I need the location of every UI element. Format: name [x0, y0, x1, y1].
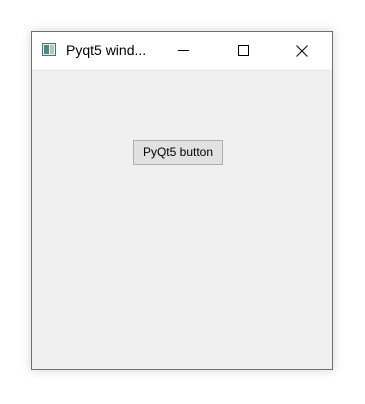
app-icon	[42, 43, 56, 56]
close-icon	[296, 45, 308, 57]
app-window: Pyqt5 wind... PyQt5 button	[31, 31, 333, 370]
minimize-button[interactable]	[160, 32, 206, 69]
maximize-button[interactable]	[220, 32, 266, 69]
minimize-icon	[178, 50, 189, 51]
maximize-icon	[238, 45, 249, 56]
title-bar[interactable]: Pyqt5 wind...	[32, 32, 332, 69]
window-title: Pyqt5 wind...	[66, 42, 147, 58]
pyqt5-push-button[interactable]: PyQt5 button	[133, 140, 223, 165]
close-button[interactable]	[278, 32, 324, 69]
